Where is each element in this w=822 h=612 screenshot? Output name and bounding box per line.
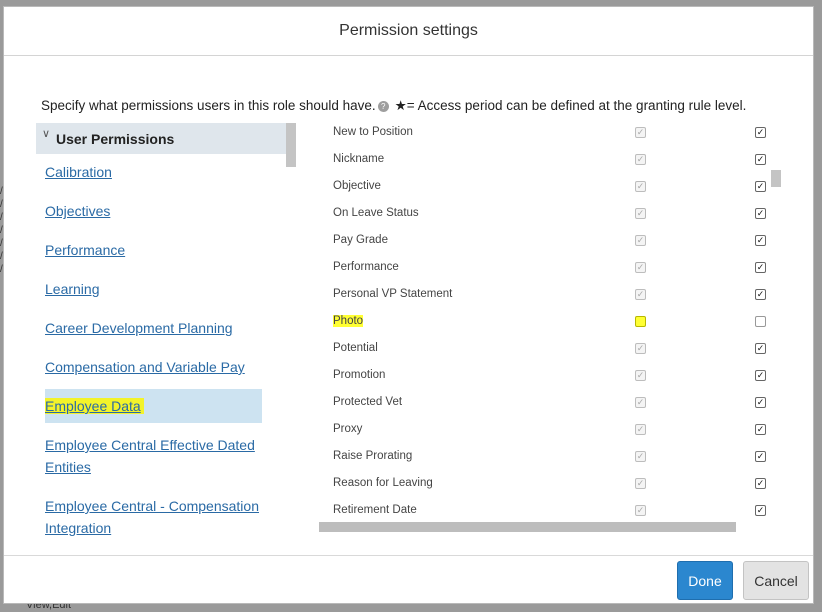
permission-row: Pay Grade ✓ ✓ [319,231,779,258]
permission-row: Nickname ✓ ✓ [319,150,779,177]
dialog-header: Permission settings [4,7,813,56]
edit-permission-checkbox[interactable]: ✓ [755,424,766,435]
instructions-text: Specify what permissions users in this r… [41,98,376,113]
permission-row: Proxy ✓ ✓ [319,420,779,447]
user-permissions-header[interactable]: ∨ User Permissions [36,123,286,154]
edit-permission-checkbox[interactable]: ✓ [755,127,766,138]
vertical-scrollbar[interactable] [771,170,781,187]
view-permission-checkbox[interactable]: ✓ [635,289,646,300]
permission-row: Objective ✓ ✓ [319,177,779,204]
permission-field-label: Raise Prorating [333,450,413,462]
user-permissions-title: User Permissions [56,131,175,147]
permission-settings-dialog: Permission settings Specify what permiss… [3,6,814,604]
permission-field-label: Objective [333,180,381,192]
view-permission-checkbox[interactable]: ✓ [635,478,646,489]
view-permission-checkbox[interactable]: ✓ [635,370,646,381]
nav-item-calibration[interactable]: Calibration [45,161,265,183]
permission-field-label: Pay Grade [333,234,388,246]
nav-item-performance[interactable]: Performance [45,239,265,261]
view-permission-checkbox[interactable]: ✓ [635,127,646,138]
nav-item-learning[interactable]: Learning [45,278,265,300]
nav-item-objectives[interactable]: Objectives [45,200,265,222]
view-permission-checkbox[interactable]: ✓ [635,316,646,327]
permission-field-label: Potential [333,342,378,354]
view-permission-checkbox[interactable]: ✓ [635,181,646,192]
view-permission-checkbox[interactable]: ✓ [635,235,646,246]
permission-field-label: Promotion [333,369,386,381]
view-permission-checkbox[interactable]: ✓ [635,262,646,273]
permission-row: On Leave Status ✓ ✓ [319,204,779,231]
access-period-note: ★= Access period can be defined at the g… [394,98,747,113]
cancel-button[interactable]: Cancel [743,561,809,600]
dialog-title: Permission settings [339,22,478,39]
edit-permission-checkbox[interactable]: ✓ [755,478,766,489]
permission-row: Photo ✓ ✓ [319,312,779,339]
edit-permission-checkbox[interactable]: ✓ [755,181,766,192]
question-circle-icon[interactable]: ? [377,101,389,112]
collapse-caret-icon[interactable]: ∨ [42,127,50,140]
permission-field-label: Performance [333,261,399,273]
dialog-footer: Done Cancel [4,555,813,604]
permission-row: New to Position ✓ ✓ [319,123,779,150]
nav-item-ec-effective-dated-entities[interactable]: Employee Central Effective Dated Entitie… [45,434,265,478]
permission-field-label: New to Position [333,126,413,138]
nav-item-employee-data-label: Employee Data [45,398,144,414]
view-permission-checkbox[interactable]: ✓ [635,208,646,219]
edit-permission-checkbox[interactable]: ✓ [755,451,766,462]
view-permission-checkbox[interactable]: ✓ [635,505,646,516]
permission-row: Performance ✓ ✓ [319,258,779,285]
permission-row: Personal VP Statement ✓ ✓ [319,285,779,312]
edit-permission-checkbox[interactable]: ✓ [755,262,766,273]
view-permission-checkbox[interactable]: ✓ [635,424,646,435]
permission-fields-grid: New to Position ✓ ✓ Nickname ✓ ✓ Objective ✓ ✓ On… [319,123,789,523]
view-permission-checkbox[interactable]: ✓ [635,451,646,462]
edit-permission-checkbox[interactable]: ✓ [755,397,766,408]
permission-field-label: On Leave Status [333,207,419,219]
permission-field-label: Personal VP Statement [333,288,453,300]
permission-row: Reason for Leaving ✓ ✓ [319,474,779,501]
view-permission-checkbox[interactable]: ✓ [635,343,646,354]
nav-item-ec-compensation-integration[interactable]: Employee Central - Compensation Integrat… [45,495,265,539]
permission-field-label: Protected Vet [333,396,403,408]
permission-field-label: Nickname [333,153,385,165]
edit-permission-checkbox[interactable]: ✓ [755,370,766,381]
nav-item-employee-data[interactable]: Employee Data [45,395,265,417]
permission-row: Raise Prorating ✓ ✓ [319,447,779,474]
edit-permission-checkbox[interactable]: ✓ [755,154,766,165]
edit-permission-checkbox[interactable]: ✓ [755,208,766,219]
permission-row: Protected Vet ✓ ✓ [319,393,779,420]
edit-permission-checkbox[interactable]: ✓ [755,235,766,246]
permission-row: Potential ✓ ✓ [319,339,779,366]
permission-field-label: Reason for Leaving [333,477,433,489]
edit-permission-checkbox[interactable]: ✓ [755,343,766,354]
permission-field-label: Photo [333,315,364,327]
instructions: Specify what permissions users in this r… [41,98,746,114]
permission-row: Promotion ✓ ✓ [319,366,779,393]
nav-item-compensation-variable-pay[interactable]: Compensation and Variable Pay [45,356,265,378]
edit-permission-checkbox[interactable]: ✓ [755,316,766,327]
done-button[interactable]: Done [677,561,733,600]
permission-category-list: ∨ User Permissions Calibration Objective… [36,123,296,543]
permission-field-label: Proxy [333,423,363,435]
left-panel-scrollbar[interactable] [286,123,296,167]
nav-item-career-development-planning[interactable]: Career Development Planning [45,317,265,339]
edit-permission-checkbox[interactable]: ✓ [755,289,766,300]
edit-permission-checkbox[interactable]: ✓ [755,505,766,516]
view-permission-checkbox[interactable]: ✓ [635,154,646,165]
permission-field-label: Retirement Date [333,504,417,516]
view-permission-checkbox[interactable]: ✓ [635,397,646,408]
horizontal-scrollbar[interactable] [319,522,736,532]
